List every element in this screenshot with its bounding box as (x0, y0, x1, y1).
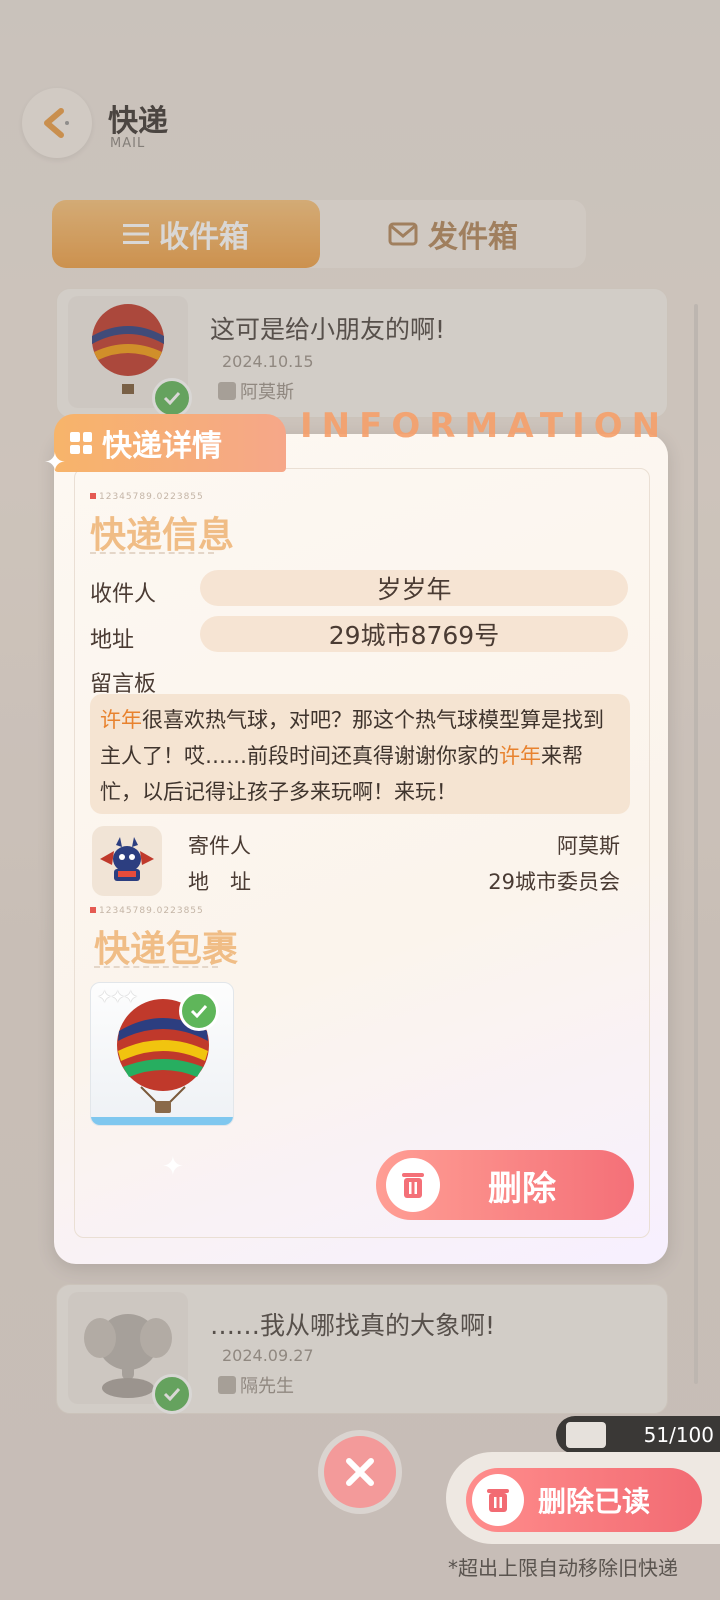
divider (90, 552, 214, 554)
devil-mascot-icon (100, 837, 154, 881)
limit-note: *超出上限自动移除旧快递 (448, 1556, 678, 1580)
close-button[interactable] (324, 1436, 396, 1508)
package-section-title: 快递包裹 (94, 929, 239, 970)
mail-count: 51/100 (643, 1423, 714, 1447)
recipient-value: 岁岁年 (200, 570, 628, 606)
divider (94, 966, 218, 968)
grid-icon (70, 432, 92, 454)
address-value: 29城市8769号 (200, 616, 628, 652)
delete-button[interactable]: 删除 (376, 1150, 634, 1220)
sparkle-icon: ✦ (44, 448, 66, 478)
modal-title: 快递详情 (102, 429, 222, 464)
sender-value: 阿莫斯 (557, 834, 620, 858)
mail-count-badge: 51/100 (556, 1416, 720, 1454)
message-text: 许年很喜欢热气球，对吧？那这个热气球模型算是找到主人了！哎……前段时间还真得谢谢… (100, 708, 604, 804)
delete-read-label: 删除已读 (538, 1485, 651, 1518)
info-section-title: 快递信息 (90, 515, 235, 556)
address-label: 地址 (90, 628, 135, 653)
sparkle-icon: ✦ (162, 1152, 184, 1182)
recipient-label: 收件人 (90, 582, 157, 607)
delete-label: 删除 (488, 1168, 556, 1209)
sender-avatar (92, 826, 162, 896)
package-item[interactable]: ✦✦✦ (90, 982, 234, 1126)
banner-word: INFORMATION (300, 406, 670, 446)
serial-number: 12345789.0223855 (90, 906, 204, 916)
sender-address-value: 29城市委员会 (488, 870, 620, 894)
sender-label: 寄件人 (188, 834, 251, 858)
envelope-icon (566, 1422, 606, 1448)
close-icon (346, 1458, 374, 1486)
received-check-icon (179, 991, 219, 1031)
trash-icon (472, 1474, 524, 1526)
sender-address-label: 地 址 (188, 870, 251, 894)
trash-icon (386, 1158, 440, 1212)
modal-title-tab: 快递详情 (54, 414, 286, 472)
serial-number: 12345789.0223855 (90, 492, 204, 502)
rarity-bar (91, 1117, 233, 1125)
delete-read-button[interactable]: 删除已读 (466, 1468, 702, 1532)
